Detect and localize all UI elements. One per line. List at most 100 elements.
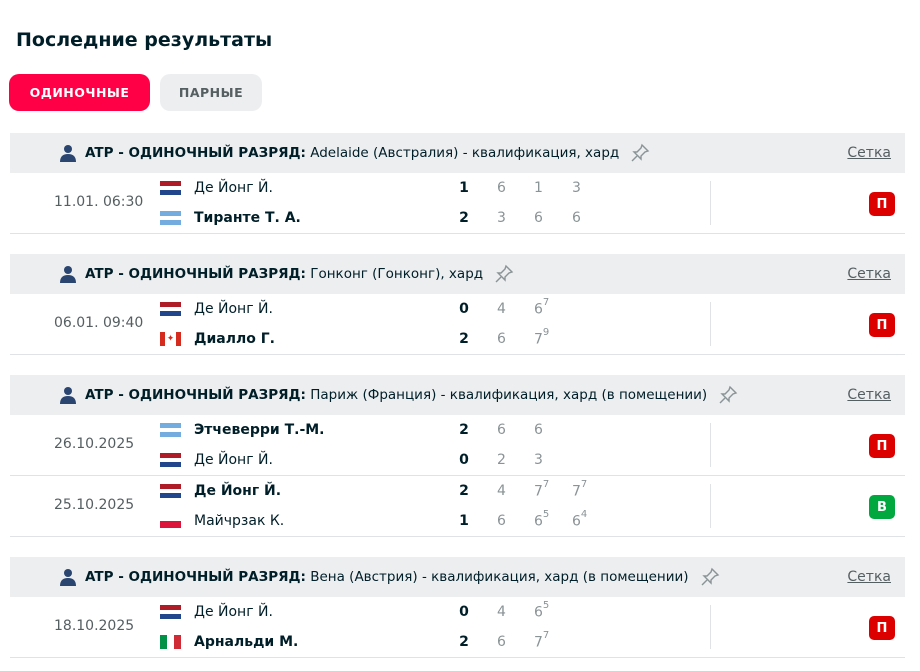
total-score: 0 — [459, 301, 469, 317]
set-score: 6 — [497, 513, 506, 529]
divider — [710, 302, 711, 346]
set-score: 1 — [534, 180, 543, 196]
match-row[interactable]: 06.01. 09:40 Де Йонг Й. 0 4 67 ✦ Диалло … — [10, 294, 905, 355]
flag-poland-icon — [160, 514, 181, 528]
total-score: 2 — [459, 422, 469, 438]
draw-link[interactable]: Сетка — [847, 266, 891, 282]
total-score: 2 — [459, 331, 469, 347]
flag-argentina-icon — [160, 211, 181, 225]
tab-singles[interactable]: ОДИНОЧНЫЕ — [9, 74, 150, 111]
set-score: 6 — [534, 422, 543, 438]
set-score: 6 — [534, 210, 543, 226]
flag-netherlands-icon — [160, 453, 181, 467]
pin-icon[interactable] — [629, 142, 651, 164]
person-icon — [59, 144, 77, 162]
set-score: 2 — [497, 452, 506, 468]
match-date: 18.10.2025 — [54, 618, 135, 634]
set-score: 65 — [534, 509, 550, 530]
player-name: Арнальди М. — [194, 634, 299, 650]
set-score: 6 — [497, 331, 506, 347]
match-row[interactable]: 26.10.2025 Этчеверри Т.-М. 2 6 6 Де Йонг… — [10, 415, 905, 476]
set-score: 3 — [572, 180, 581, 196]
player-name: Майчрзак К. — [194, 513, 285, 529]
tournament-block: ATP - ОДИНОЧНЫЙ РАЗРЯД: Париж (Франция) … — [10, 375, 905, 537]
set-score: 4 — [497, 301, 506, 317]
person-icon — [59, 568, 77, 586]
player-row: Де Йонг Й. 0 4 65 — [160, 600, 549, 622]
page-title: Последние результаты — [16, 29, 273, 51]
draw-link[interactable]: Сетка — [847, 145, 891, 161]
match-row[interactable]: 18.10.2025 Де Йонг Й. 0 4 65 Арнальди М.… — [10, 597, 905, 658]
tournament-header[interactable]: ATP - ОДИНОЧНЫЙ РАЗРЯД: Вена (Австрия) -… — [10, 557, 905, 597]
player-row: Тиранте Т. А. 2 3 6 6 — [160, 208, 581, 228]
result-badge: В — [869, 495, 895, 519]
divider — [710, 423, 711, 467]
match-row[interactable]: 11.01. 06:30 Де Йонг Й. 1 6 1 3 Тиранте … — [10, 173, 905, 234]
set-score: 6 — [497, 634, 506, 650]
person-icon — [59, 386, 77, 404]
set-score: 6 — [572, 210, 581, 226]
divider — [710, 484, 711, 528]
player-row: Арнальди М. 2 6 77 — [160, 630, 549, 652]
tournament-header[interactable]: ATP - ОДИНОЧНЫЙ РАЗРЯД: Париж (Франция) … — [10, 375, 905, 415]
draw-link[interactable]: Сетка — [847, 569, 891, 585]
tabs: ОДИНОЧНЫЕ ПАРНЫЕ — [9, 74, 262, 111]
flag-netherlands-icon — [160, 605, 181, 619]
tournament-header[interactable]: ATP - ОДИНОЧНЫЙ РАЗРЯД: Adelaide (Австра… — [10, 133, 905, 173]
player-row: Де Йонг Й. 0 4 67 — [160, 297, 549, 319]
tournament-title: ATP - ОДИНОЧНЫЙ РАЗРЯД: Париж (Франция) … — [85, 387, 708, 403]
pin-icon[interactable] — [493, 263, 515, 285]
set-score: 6 — [497, 422, 506, 438]
set-score: 4 — [497, 604, 506, 620]
tab-doubles[interactable]: ПАРНЫЕ — [160, 74, 262, 111]
tournament-block: ATP - ОДИНОЧНЫЙ РАЗРЯД: Гонконг (Гонконг… — [10, 254, 905, 355]
match-date: 11.01. 06:30 — [54, 194, 144, 210]
set-score: 79 — [534, 327, 550, 348]
set-score: 65 — [534, 600, 550, 621]
total-score: 2 — [459, 210, 469, 226]
tournament-title: ATP - ОДИНОЧНЫЙ РАЗРЯД: Гонконг (Гонконг… — [85, 266, 484, 282]
player-name: Де Йонг Й. — [194, 180, 273, 196]
match-date: 06.01. 09:40 — [54, 315, 144, 331]
match-date: 26.10.2025 — [54, 436, 135, 452]
result-badge: П — [869, 616, 895, 640]
player-name: Де Йонг Й. — [194, 301, 273, 317]
total-score: 0 — [459, 452, 469, 468]
person-icon — [59, 265, 77, 283]
flag-argentina-icon — [160, 423, 181, 437]
tournament-title: ATP - ОДИНОЧНЫЙ РАЗРЯД: Adelaide (Австра… — [85, 145, 620, 161]
flag-netherlands-icon — [160, 484, 181, 498]
set-score: 77 — [572, 479, 588, 500]
match-row[interactable]: 25.10.2025 Де Йонг Й. 2 4 77 77 Майчрзак… — [10, 476, 905, 537]
flag-canada-icon: ✦ — [160, 332, 181, 346]
pin-icon[interactable] — [717, 384, 739, 406]
flag-netherlands-icon — [160, 302, 181, 316]
set-score: 67 — [534, 297, 550, 318]
player-name: Де Йонг Й. — [194, 483, 282, 499]
set-score: 4 — [497, 483, 506, 499]
flag-italy-icon — [160, 635, 181, 649]
total-score: 1 — [459, 513, 469, 529]
player-name: Де Йонг Й. — [194, 604, 273, 620]
player-name: Этчеверри Т.-М. — [194, 422, 325, 438]
result-badge: П — [869, 313, 895, 337]
set-score: 64 — [572, 509, 588, 530]
result-badge: П — [869, 192, 895, 216]
total-score: 2 — [459, 483, 469, 499]
set-score: 77 — [534, 479, 550, 500]
draw-link[interactable]: Сетка — [847, 387, 891, 403]
player-name: Диалло Г. — [194, 331, 275, 347]
player-row: Де Йонг Й. 0 2 3 — [160, 450, 543, 470]
total-score: 2 — [459, 634, 469, 650]
divider — [710, 181, 711, 225]
divider — [710, 605, 711, 649]
pin-icon[interactable] — [699, 566, 721, 588]
tournament-header[interactable]: ATP - ОДИНОЧНЫЙ РАЗРЯД: Гонконг (Гонконг… — [10, 254, 905, 294]
player-row: Этчеверри Т.-М. 2 6 6 — [160, 420, 543, 440]
match-date: 25.10.2025 — [54, 497, 135, 513]
set-score: 3 — [497, 210, 506, 226]
total-score: 1 — [459, 180, 469, 196]
player-name: Де Йонг Й. — [194, 452, 273, 468]
set-score: 3 — [534, 452, 543, 468]
player-row: Де Йонг Й. 1 6 1 3 — [160, 178, 581, 198]
